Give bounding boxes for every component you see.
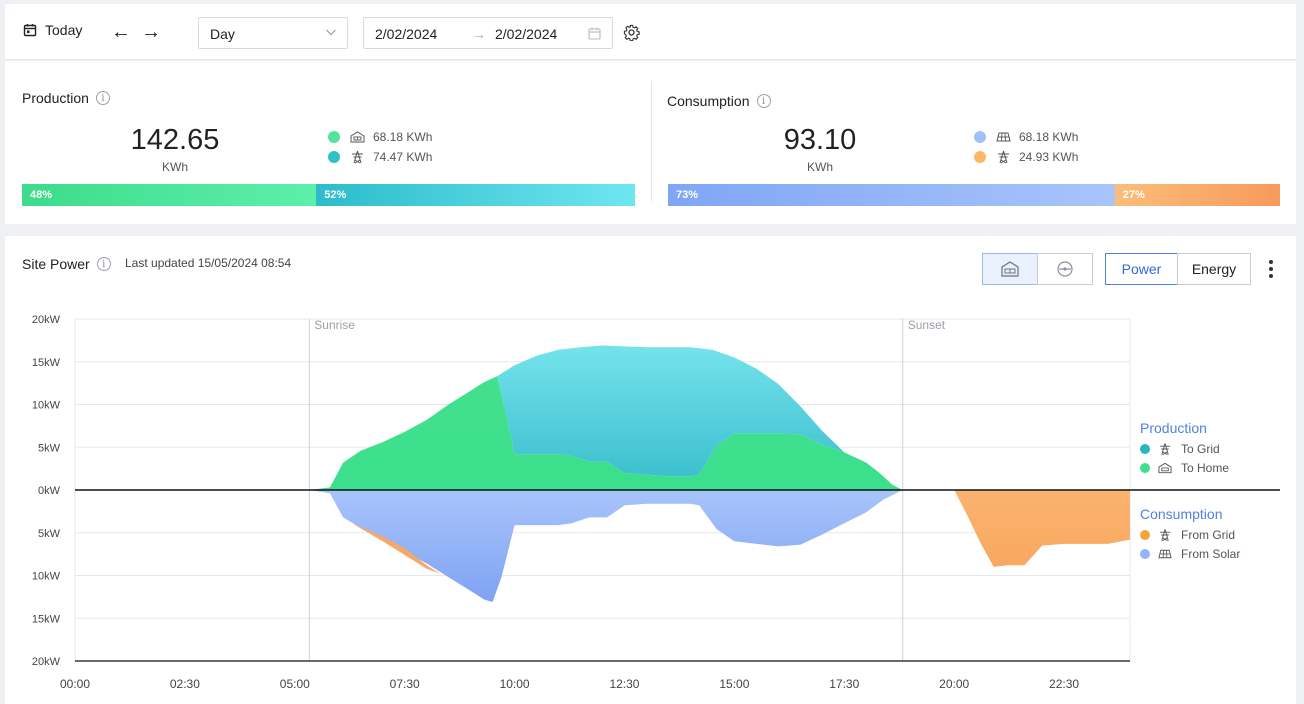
x-tick-label: 20:00 <box>939 677 969 691</box>
solar-panel-icon <box>996 132 1011 142</box>
legend-production-title: Production <box>1140 420 1207 436</box>
grid-tower-icon <box>352 150 363 164</box>
y-tick-label: 10kW <box>32 400 61 412</box>
to-grid-dot <box>328 151 340 163</box>
y-tick-label: 15kW <box>32 613 61 625</box>
consumption-grid-segment: 27% <box>1114 184 1280 206</box>
info-icon[interactable]: i <box>95 91 110 105</box>
legend-to-grid: To Grid <box>1140 442 1220 456</box>
legend-to-grid-dot <box>1140 444 1150 454</box>
from-grid-evening-area <box>954 490 1130 567</box>
y-tick-label: 10kW <box>32 571 61 583</box>
production-home-segment: 48% <box>22 184 317 206</box>
x-tick-label: 17:30 <box>829 677 859 691</box>
y-tick-label: 15kW <box>32 357 61 369</box>
y-tick-label: 5kW <box>38 528 61 540</box>
production-total: 142.65 <box>130 124 220 156</box>
legend-from-solar-label: From Solar <box>1181 547 1241 561</box>
date-range-picker[interactable]: 2/02/2024 → 2/02/2024 <box>363 17 613 49</box>
info-icon[interactable]: i <box>756 94 771 108</box>
solar-panel-icon <box>1158 549 1172 559</box>
period-select[interactable]: Day <box>198 17 348 49</box>
production-title: Production i <box>22 90 110 106</box>
production-grid-segment: 52% <box>316 184 635 206</box>
y-tick-label: 20kW <box>32 314 61 326</box>
chevron-down-icon <box>326 29 336 36</box>
marker-label-sunset: Sunset <box>908 318 946 332</box>
today-label: Today <box>45 22 83 38</box>
y-tick-label: 0kW <box>38 485 61 497</box>
legend-to-home: To Home <box>1140 461 1229 475</box>
calendar-icon <box>23 24 37 37</box>
range-arrow-icon: → <box>472 26 486 42</box>
consumption-solar-value: 68.18 KWh <box>1019 130 1079 144</box>
production-grid-value: 74.47 KWh <box>373 150 433 164</box>
x-tick-label: 07:30 <box>390 677 420 691</box>
legend-to-home-dot <box>1140 463 1150 473</box>
from-grid-dot <box>974 151 986 163</box>
gear-icon[interactable] <box>623 24 640 41</box>
calendar-icon <box>588 27 601 40</box>
production-grid-item: 74.47 KWh <box>328 150 432 164</box>
y-tick-label: 5kW <box>38 442 61 454</box>
x-tick-label: 02:30 <box>170 677 200 691</box>
consumption-solar-item: 68.18 KWh <box>974 130 1078 144</box>
legend-from-grid-label: From Grid <box>1181 528 1235 542</box>
summary-divider <box>651 81 652 201</box>
consumption-solar-segment: 73% <box>668 184 1115 206</box>
x-tick-label: 12:30 <box>609 677 639 691</box>
y-tick-label: 20kW <box>32 656 61 668</box>
x-tick-label: 15:00 <box>719 677 749 691</box>
x-tick-label: 22:30 <box>1049 677 1079 691</box>
consumption-split-bar: 73% 27% <box>668 184 1280 206</box>
legend-from-solar: From Solar <box>1140 547 1240 561</box>
consumption-title: Consumption i <box>667 93 771 109</box>
x-tick-label: 00:00 <box>60 677 90 691</box>
date-from[interactable]: 2/02/2024 <box>375 26 437 42</box>
legend-to-home-label: To Home <box>1181 461 1230 475</box>
marker-label-sunrise: Sunrise <box>314 318 355 332</box>
legend-from-grid-dot <box>1140 530 1150 540</box>
next-arrow-icon[interactable]: → <box>141 22 161 42</box>
period-select-value: Day <box>210 26 235 42</box>
legend-from-grid: From Grid <box>1140 528 1235 542</box>
house-solar-icon <box>1158 462 1172 474</box>
previous-arrow-icon[interactable]: ← <box>111 22 131 42</box>
legend-consumption-title: Consumption <box>1140 506 1223 522</box>
consumption-title-text: Consumption <box>667 93 750 109</box>
from-solar-dot <box>974 131 986 143</box>
production-unit: KWh <box>161 160 188 174</box>
consumption-grid-item: 24.93 KWh <box>974 150 1078 164</box>
grid-tower-icon <box>1159 443 1171 456</box>
production-home-item: 68.18 KWh <box>328 130 432 144</box>
consumption-unit: KWh <box>806 160 833 174</box>
x-tick-label: 10:00 <box>500 677 530 691</box>
legend-to-grid-label: To Grid <box>1181 442 1220 456</box>
toolbar: Today ← → Day 2/02/2024 → 2/02/2024 <box>5 4 1296 60</box>
site-power-chart: 20kW 15kW 10kW 5kW 0kW 5kW 10kW 15kW 20kW Sunrise… <box>32 314 1280 691</box>
production-title-text: Production <box>22 90 89 106</box>
house-solar-icon <box>350 131 365 143</box>
today-button[interactable]: Today <box>23 22 82 38</box>
date-to[interactable]: 2/02/2024 <box>495 26 557 42</box>
consumption-grid-value: 24.93 KWh <box>1019 150 1079 164</box>
site-power-panel: Site Power i Last updated 15/05/2024 08:… <box>5 236 1296 704</box>
x-tick-label: 05:00 <box>280 677 310 691</box>
to-home-dot <box>328 131 340 143</box>
production-home-value: 68.18 KWh <box>373 130 433 144</box>
grid-tower-icon <box>1159 529 1171 542</box>
legend-from-solar-dot <box>1140 549 1150 559</box>
grid-tower-icon <box>998 150 1009 164</box>
production-split-bar: 48% 52% <box>22 184 635 206</box>
consumption-total: 93.10 <box>783 124 857 156</box>
energy-summary: Production i 142.65 KWh 68.18 KWh 74.47 … <box>5 61 1296 224</box>
